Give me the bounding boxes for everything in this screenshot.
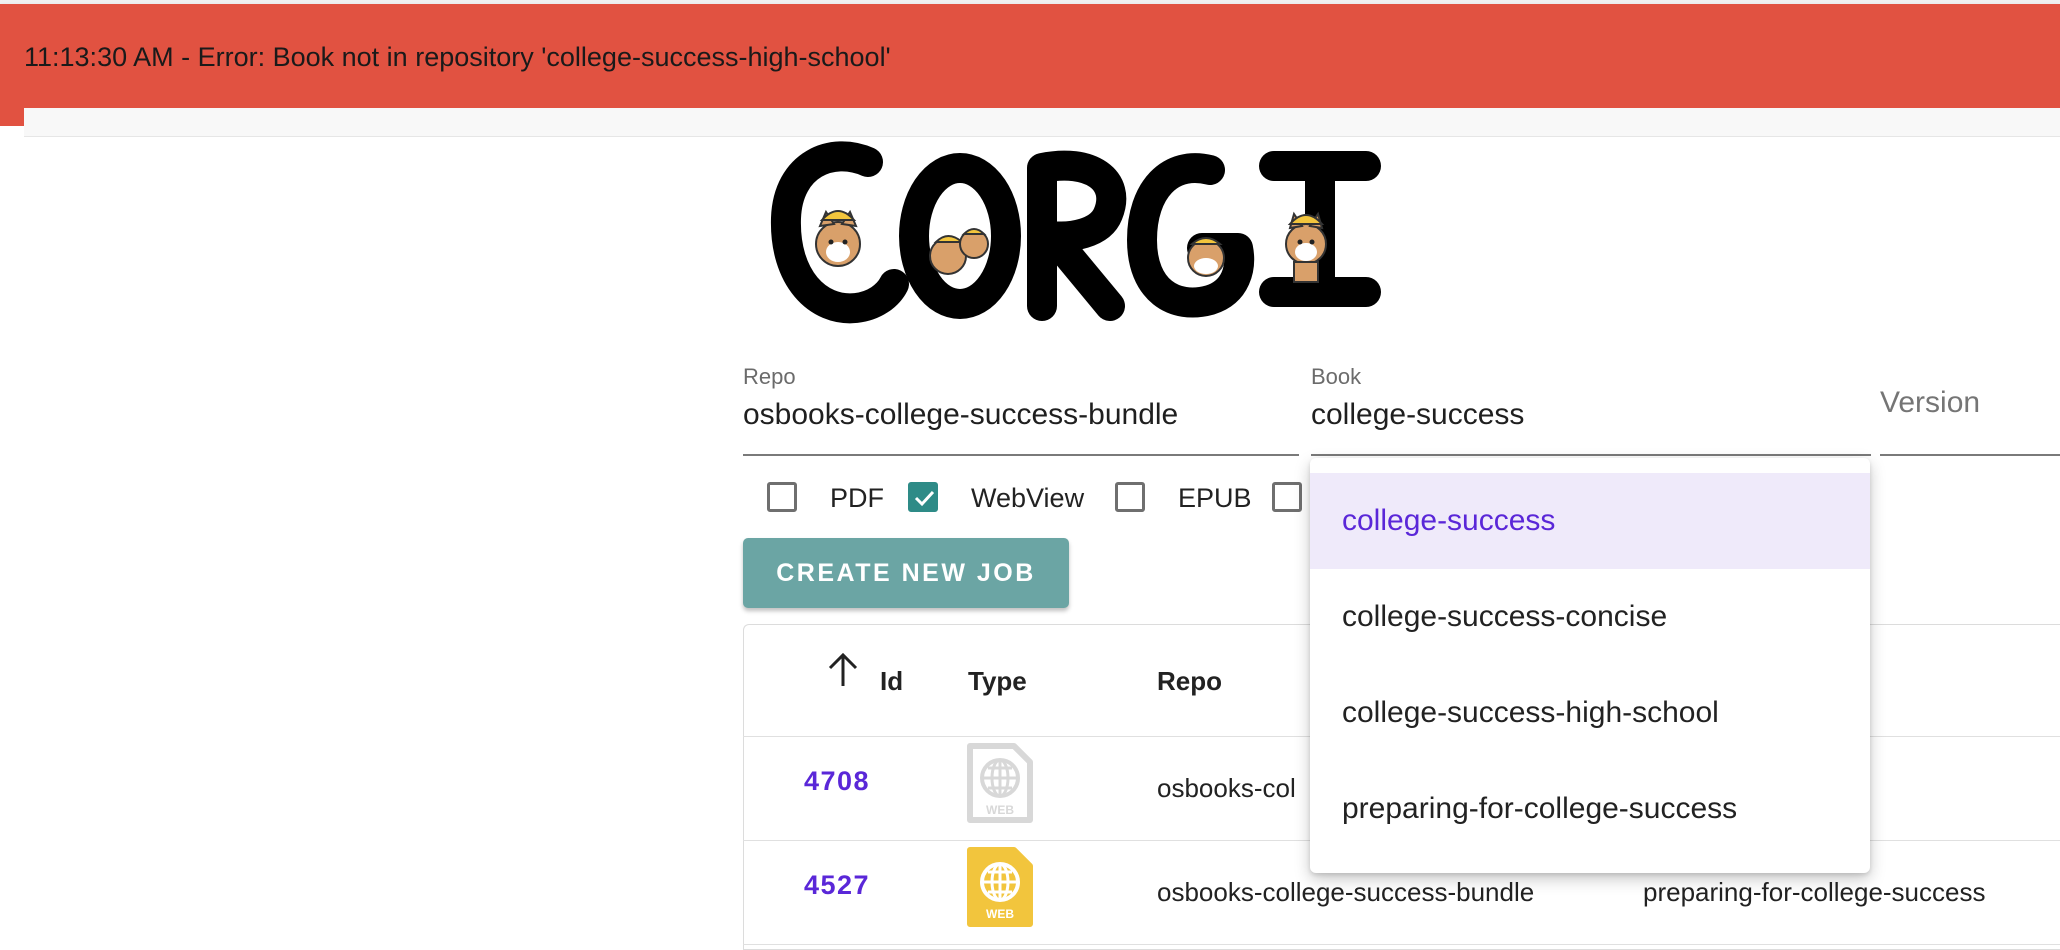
create-new-job-button[interactable]: CREATE NEW JOB [743,538,1069,608]
corgi-logo [770,141,1381,324]
column-header-id[interactable]: Id [880,666,903,697]
error-snackbar: 11:13:30 AM - Error: Book not in reposit… [0,4,2060,126]
app-bar-strip [24,108,2060,137]
book-label: Book [1311,364,1362,389]
row-divider [743,944,2060,945]
extra-format-checkbox[interactable] [1272,482,1302,512]
repo-underline [743,454,1299,456]
svg-text:WEB: WEB [986,803,1014,817]
pdf-label: PDF [830,483,884,513]
row-book-cell: preparing-for-college-success [1643,877,1986,907]
column-header-type[interactable]: Type [968,666,1027,697]
book-dropdown-menu: college-success college-success-concise … [1310,458,1870,873]
job-id-link[interactable]: 4708 [804,766,870,797]
book-option[interactable]: college-success-high-school [1310,665,1870,761]
epub-checkbox[interactable] [1115,482,1145,512]
book-option[interactable]: college-success-concise [1310,569,1870,665]
book-option[interactable]: college-success [1310,473,1870,569]
svg-text:WEB: WEB [986,907,1014,921]
version-underline [1880,454,2060,456]
row-repo-cell: osbooks-college-success-bundle [1157,877,1535,907]
column-header-repo[interactable]: Repo [1157,666,1222,697]
job-id-link[interactable]: 4527 [804,870,870,901]
corgi-mascot-icon [815,209,861,267]
webview-label: WebView [971,483,1085,513]
web-file-icon: WEB [967,847,1033,927]
book-input[interactable]: college-success [1311,398,1524,432]
webview-checkbox[interactable] [908,482,938,512]
repo-label: Repo [743,364,796,389]
checkmark-icon [914,490,935,507]
error-message: 11:13:30 AM - Error: Book not in reposit… [24,42,891,72]
web-file-icon: WEB [967,743,1033,823]
pdf-checkbox[interactable] [767,482,797,512]
epub-label: EPUB [1178,483,1252,513]
corgi-mascot-icon [1187,237,1225,277]
repo-input[interactable]: osbooks-college-success-bundle [743,398,1178,432]
book-underline [1311,454,1871,456]
corgi-mascot-icon [929,228,989,275]
version-input[interactable]: Version [1880,386,1980,420]
arrow-up-icon[interactable] [826,652,860,688]
row-repo-cell: osbooks-col [1157,773,1296,803]
book-option[interactable]: preparing-for-college-success [1310,761,1870,857]
